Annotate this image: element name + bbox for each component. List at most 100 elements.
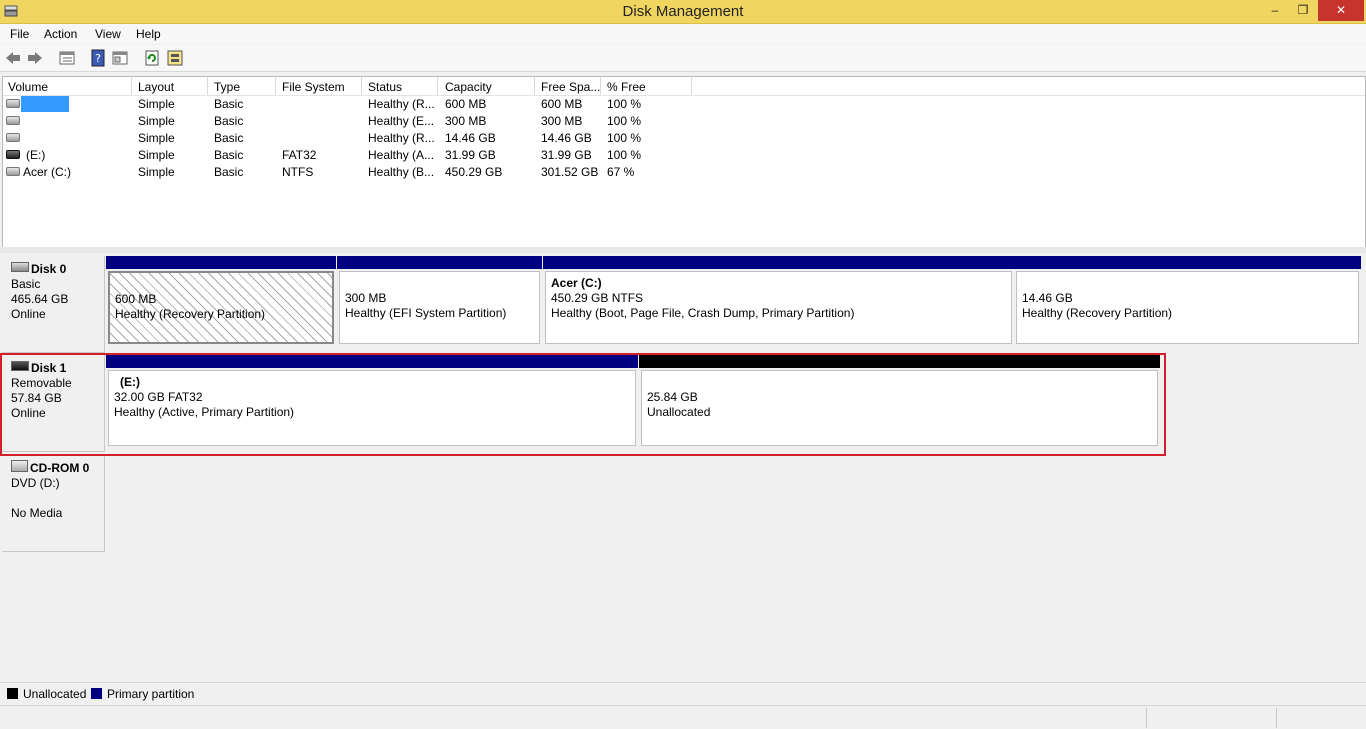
menu-help[interactable]: Help bbox=[136, 27, 161, 41]
partition-unallocated[interactable]: 25.84 GB Unallocated bbox=[639, 355, 1160, 448]
drive-icon bbox=[6, 133, 20, 142]
properties-icon[interactable] bbox=[111, 49, 129, 67]
disk-1-row: Disk 1 Removable 57.84 GB Online (E:) 32… bbox=[2, 355, 1364, 452]
cell-capacity: 31.99 GB bbox=[445, 148, 496, 162]
refresh-icon[interactable] bbox=[143, 49, 161, 67]
partition-efi[interactable]: 300 MB Healthy (EFI System Partition) bbox=[337, 256, 542, 346]
legend-primary: Primary partition bbox=[107, 687, 195, 701]
disk-0-row: Disk 0 Basic 465.64 GB Online 600 MB Hea… bbox=[2, 256, 1364, 353]
menu-view[interactable]: View bbox=[95, 27, 121, 41]
cell-layout: Simple bbox=[138, 131, 175, 145]
cell-status: Healthy (A... bbox=[368, 148, 435, 162]
cell-free: 301.52 GB bbox=[541, 165, 599, 179]
svg-text:?: ? bbox=[95, 52, 101, 65]
disk-0-label[interactable]: Disk 0 Basic 465.64 GB Online bbox=[2, 256, 105, 353]
maximize-button[interactable]: ❐ bbox=[1290, 0, 1316, 21]
primary-partition-swatch bbox=[91, 688, 102, 699]
disk-name: CD-ROM 0 bbox=[30, 461, 90, 475]
close-button[interactable]: ✕ bbox=[1318, 0, 1364, 21]
cell-volume: Acer (C:) bbox=[23, 165, 71, 179]
cell-status: Healthy (R... bbox=[368, 97, 435, 111]
cell-fs: FAT32 bbox=[282, 148, 317, 162]
disk-size: 57.84 GB bbox=[11, 391, 62, 405]
cell-capacity: 600 MB bbox=[445, 97, 487, 111]
partition-status: Healthy (Active, Primary Partition) bbox=[114, 405, 295, 419]
table-row[interactable]: Simple Basic Healthy (R... 14.46 GB 14.4… bbox=[3, 130, 1365, 147]
column-free-space[interactable]: Free Spa... bbox=[541, 80, 600, 94]
cell-pct: 100 % bbox=[607, 114, 642, 128]
partition-size: 32.00 GB FAT32 bbox=[114, 390, 203, 404]
disk-kind: Basic bbox=[11, 277, 41, 291]
disk-size: 465.64 GB bbox=[11, 292, 69, 306]
column-layout[interactable]: Layout bbox=[138, 80, 174, 94]
disk-kind: DVD (D:) bbox=[11, 476, 60, 490]
column-type[interactable]: Type bbox=[214, 80, 240, 94]
cell-type: Basic bbox=[214, 148, 244, 162]
cell-layout: Simple bbox=[138, 114, 175, 128]
partition-e-drive[interactable]: (E:) 32.00 GB FAT32 Healthy (Active, Pri… bbox=[106, 355, 638, 448]
column-status[interactable]: Status bbox=[368, 80, 402, 94]
title-bar: Disk Management – ❐ ✕ bbox=[0, 0, 1366, 24]
table-row[interactable]: Simple Basic Healthy (E... 300 MB 300 MB… bbox=[3, 113, 1365, 130]
cdrom-0-row: CD-ROM 0 DVD (D:) No Media bbox=[2, 454, 1364, 552]
disk-1-label[interactable]: Disk 1 Removable 57.84 GB Online bbox=[2, 355, 105, 452]
drive-icon bbox=[6, 167, 20, 176]
unallocated-swatch bbox=[7, 688, 18, 699]
menu-bar: File Action View Help bbox=[0, 24, 1366, 44]
drive-icon bbox=[6, 116, 20, 125]
cell-status: Healthy (E... bbox=[368, 114, 435, 128]
cell-fs: NTFS bbox=[282, 165, 314, 179]
column-volume[interactable]: Volume bbox=[8, 80, 48, 94]
forward-icon[interactable] bbox=[26, 49, 44, 67]
column-percent-free[interactable]: % Free bbox=[607, 80, 646, 94]
pane-splitter[interactable] bbox=[0, 247, 1366, 253]
partition-title: Acer (C:) bbox=[551, 276, 602, 290]
partition-acer-c[interactable]: Acer (C:) 450.29 GB NTFS Healthy (Boot, … bbox=[543, 256, 1014, 346]
partition-status: Healthy (Recovery Partition) bbox=[1022, 306, 1173, 320]
column-file-system[interactable]: File System bbox=[282, 80, 345, 94]
table-row[interactable]: Acer (C:) Simple Basic NTFS Healthy (B..… bbox=[3, 164, 1365, 181]
menu-file[interactable]: File bbox=[10, 27, 29, 41]
cell-pct: 67 % bbox=[607, 165, 635, 179]
help-icon[interactable]: ? bbox=[89, 49, 107, 67]
cd-rom-icon bbox=[11, 460, 28, 472]
disk-state: No Media bbox=[11, 506, 63, 520]
disk-name: Disk 0 bbox=[31, 262, 67, 276]
partition-recovery-14gb[interactable]: 14.46 GB Healthy (Recovery Partition) bbox=[1014, 256, 1361, 346]
status-bar bbox=[0, 705, 1366, 729]
cell-pct: 100 % bbox=[607, 131, 642, 145]
toolbar: ? bbox=[0, 45, 1366, 72]
partition-status: Healthy (Boot, Page File, Crash Dump, Pr… bbox=[551, 306, 855, 320]
disk-kind: Removable bbox=[11, 376, 72, 390]
cell-volume: (E:) bbox=[26, 148, 46, 162]
partition-status: Healthy (EFI System Partition) bbox=[345, 306, 507, 320]
minimize-button[interactable]: – bbox=[1262, 0, 1288, 21]
cell-layout: Simple bbox=[138, 165, 175, 179]
menu-action[interactable]: Action bbox=[44, 27, 77, 41]
disk-state: Online bbox=[11, 307, 46, 321]
cell-capacity: 450.29 GB bbox=[445, 165, 503, 179]
selected-volume-highlight bbox=[21, 96, 69, 112]
cdrom-0-label[interactable]: CD-ROM 0 DVD (D:) No Media bbox=[2, 454, 105, 552]
rescan-icon[interactable] bbox=[166, 49, 184, 67]
cell-free: 14.46 GB bbox=[541, 131, 592, 145]
partition-recovery-600mb[interactable]: 600 MB Healthy (Recovery Partition) bbox=[106, 256, 336, 346]
column-capacity[interactable]: Capacity bbox=[445, 80, 492, 94]
usb-drive-icon bbox=[6, 150, 20, 159]
cell-pct: 100 % bbox=[607, 97, 642, 111]
drive-icon bbox=[6, 99, 20, 108]
table-row[interactable]: (E:) Simple Basic FAT32 Healthy (A... 31… bbox=[3, 147, 1365, 164]
partition-status: Unallocated bbox=[647, 405, 711, 419]
removable-disk-icon bbox=[11, 361, 29, 371]
cell-type: Basic bbox=[214, 165, 244, 179]
cell-free: 600 MB bbox=[541, 97, 583, 111]
cell-layout: Simple bbox=[138, 97, 175, 111]
back-icon[interactable] bbox=[4, 49, 22, 67]
partition-size: 14.46 GB bbox=[1022, 291, 1073, 305]
cell-pct: 100 % bbox=[607, 148, 642, 162]
disk-map: Disk 0 Basic 465.64 GB Online 600 MB Hea… bbox=[2, 254, 1364, 674]
list-view-icon[interactable] bbox=[58, 49, 76, 67]
disk-name: Disk 1 bbox=[31, 361, 67, 375]
partition-size: 300 MB bbox=[345, 291, 387, 305]
table-row[interactable]: Simple Basic Healthy (R... 600 MB 600 MB… bbox=[3, 96, 1365, 113]
